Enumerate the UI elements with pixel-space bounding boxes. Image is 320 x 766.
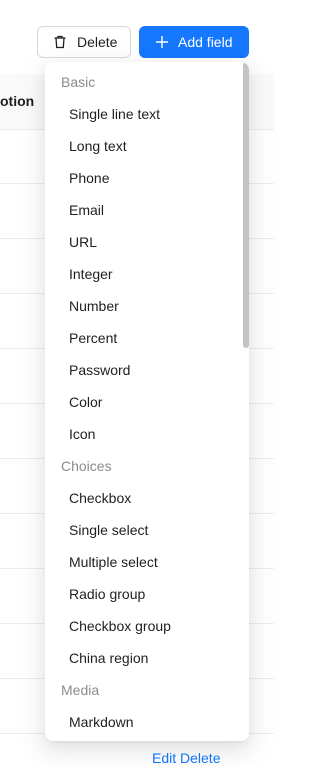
menu-item-color[interactable]: Color [45,386,249,418]
menu-item-url[interactable]: URL [45,226,249,258]
field-type-list: Basic Single line text Long text Phone Email… [45,66,249,738]
menu-item-checkbox-group[interactable]: Checkbox group [45,610,249,642]
menu-item-radio-group[interactable]: Radio group [45,578,249,610]
menu-scrollbar[interactable] [241,62,249,741]
plus-icon [155,35,169,49]
menu-item-checkbox[interactable]: Checkbox [45,482,249,514]
menu-item-china-region[interactable]: China region [45,642,249,674]
menu-item-password[interactable]: Password [45,354,249,386]
menu-item-markdown[interactable]: Markdown [45,706,249,738]
add-field-button[interactable]: Add field [139,26,249,58]
row-actions[interactable]: Edit Delete [152,750,220,766]
menu-scroll-thumb[interactable] [243,62,249,348]
menu-item-number[interactable]: Number [45,290,249,322]
menu-item-integer[interactable]: Integer [45,258,249,290]
menu-item-icon[interactable]: Icon [45,418,249,450]
menu-item-phone[interactable]: Phone [45,162,249,194]
trash-icon [53,35,67,49]
column-header-label: otion [0,93,35,109]
delete-button-label: Delete [77,34,118,50]
menu-item-single-select[interactable]: Single select [45,514,249,546]
menu-item-multiple-select[interactable]: Multiple select [45,546,249,578]
menu-item-single-line-text[interactable]: Single line text [45,98,249,130]
menu-group-label: Basic [61,74,96,90]
menu-item-email[interactable]: Email [45,194,249,226]
menu-group-label: Media [61,682,100,698]
delete-button[interactable]: Delete [37,26,131,58]
menu-item-percent[interactable]: Percent [45,322,249,354]
menu-item-long-text[interactable]: Long text [45,130,249,162]
add-field-button-label: Add field [178,34,233,50]
field-type-menu: Basic Single line text Long text Phone Email… [45,62,249,741]
menu-group-label: Choices [61,458,112,474]
